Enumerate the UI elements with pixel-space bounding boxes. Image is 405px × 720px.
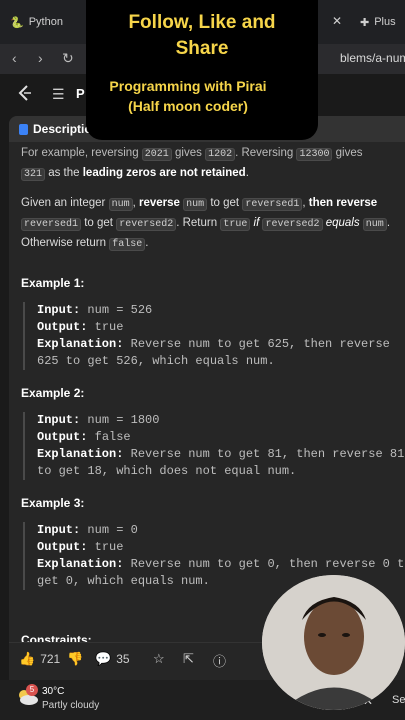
plus-tab-icon: ✚ bbox=[360, 16, 370, 29]
search-label[interactable]: Se bbox=[392, 694, 405, 706]
moon-icon bbox=[287, 74, 308, 116]
python-icon: 🐍 bbox=[10, 16, 24, 29]
back-icon[interactable]: ‹ bbox=[12, 50, 17, 66]
comment-count: 35 bbox=[116, 652, 130, 666]
comment-icon: 💬 bbox=[95, 651, 112, 666]
presenter-image bbox=[262, 575, 405, 710]
description-icon bbox=[19, 123, 28, 135]
share-icon: ⇱ bbox=[183, 651, 194, 666]
browser-tab-plus[interactable]: ✚ Plus bbox=[360, 9, 396, 35]
share-button[interactable]: ⇱ bbox=[183, 651, 199, 667]
like-button[interactable]: 👍 721 bbox=[19, 651, 60, 667]
example-1-title: Example 1: bbox=[21, 276, 85, 290]
reload-icon[interactable]: ↻ bbox=[62, 50, 74, 67]
example-2-title: Example 2: bbox=[21, 386, 85, 400]
problem-description: For example, reversing 2021 gives 1202. … bbox=[21, 144, 401, 254]
star-icon: ☆ bbox=[153, 651, 165, 666]
example-3-title: Example 3: bbox=[21, 496, 85, 510]
leetcode-logo-icon[interactable] bbox=[16, 84, 34, 102]
description-paragraph-1: For example, reversing 2021 gives 1202. … bbox=[21, 147, 363, 161]
comments-button[interactable]: 💬 35 bbox=[95, 651, 130, 667]
thumbs-up-icon: 👍 bbox=[19, 651, 36, 666]
example-2-block: Input: num = 1800 Output: false Explanat… bbox=[23, 412, 405, 480]
dislike-button[interactable]: 👎 bbox=[67, 651, 88, 667]
example-1-block: Input: num = 526 Output: true Explanatio… bbox=[23, 302, 405, 370]
forward-icon[interactable]: › bbox=[38, 50, 43, 66]
thumbs-down-icon: 👎 bbox=[67, 651, 84, 666]
weather-badge: 5 bbox=[26, 684, 38, 696]
address-bar[interactable]: blems/a-num bbox=[340, 51, 405, 65]
close-icon[interactable]: ✕ bbox=[332, 14, 342, 28]
tab-label: Plus bbox=[374, 16, 396, 28]
problem-list-label[interactable]: P bbox=[76, 86, 85, 101]
like-count: 721 bbox=[40, 652, 61, 666]
promo-overlay: Follow, Like and Share Programming with … bbox=[86, 0, 318, 140]
browser-tab-python[interactable]: 🐍 Python bbox=[10, 9, 63, 35]
list-icon[interactable]: ☰ bbox=[52, 86, 65, 103]
weather-condition[interactable]: Partly cloudy bbox=[42, 700, 99, 711]
tab-label: Python bbox=[28, 16, 63, 28]
overlay-subtitle: Programming with Pirai (Half moon coder) bbox=[109, 78, 267, 114]
weather-temperature[interactable]: 30°C bbox=[42, 686, 64, 697]
overlay-title: Follow, Like and Share bbox=[128, 12, 276, 59]
favorite-button[interactable]: ☆ bbox=[153, 651, 170, 667]
description-line-2: 321 as the leading zeros are not retaine… bbox=[21, 164, 401, 184]
webcam-avatar bbox=[262, 575, 405, 710]
description-paragraph-2: Given an integer num, reverse num to get… bbox=[21, 197, 391, 251]
help-button[interactable]: ⓘ bbox=[213, 651, 231, 670]
help-icon: ⓘ bbox=[213, 654, 227, 669]
